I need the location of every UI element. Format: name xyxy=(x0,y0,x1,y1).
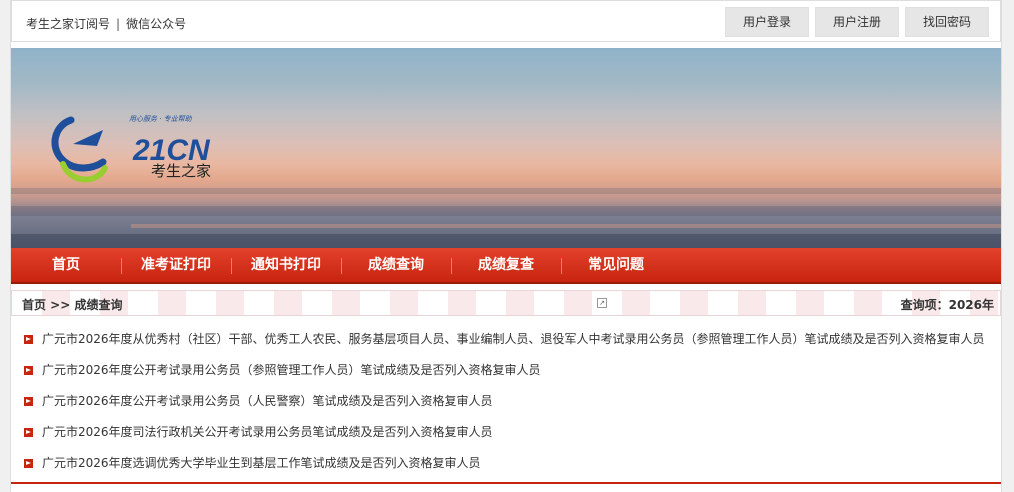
nav-home[interactable]: 首页 xyxy=(11,248,121,282)
list-item-text[interactable]: 广元市2026年度司法行政机关公开考试录用公务员笔试成绩及是否列入资格复审人员 xyxy=(42,425,493,439)
arrow-bullet-icon xyxy=(24,459,33,468)
list-item[interactable]: 广元市2026年度选调优秀大学毕业生到基层工作笔试成绩及是否列入资格复审人员 xyxy=(11,448,1001,479)
top-separator: | xyxy=(116,17,121,31)
list-item-text[interactable]: 广元市2026年度选调优秀大学毕业生到基层工作笔试成绩及是否列入资格复审人员 xyxy=(42,456,481,470)
recover-password-button[interactable]: 找回密码 xyxy=(905,7,989,37)
nav-faq[interactable]: 常见问题 xyxy=(561,248,671,282)
breadcrumb: 首页 >> 成绩查询 ↗ 查询项：2026年 xyxy=(11,290,1001,316)
subscription-link[interactable]: 考生之家订阅号 xyxy=(26,17,110,31)
arrow-bullet-icon xyxy=(24,428,33,437)
external-link-icon: ↗ xyxy=(597,298,607,308)
arrow-bullet-icon xyxy=(24,397,33,406)
nav-score-review[interactable]: 成绩复查 xyxy=(451,248,561,282)
nav-notice-print[interactable]: 通知书打印 xyxy=(231,248,341,282)
page-container: 考生之家订阅号 | 微信公众号 用户登录 用户注册 找回密码 21CN 用心服务 ·… xyxy=(10,0,1002,492)
nav-admission-ticket[interactable]: 准考证打印 xyxy=(121,248,231,282)
login-button[interactable]: 用户登录 xyxy=(725,7,809,37)
main-nav: 首页 准考证打印 通知书打印 成绩查询 成绩复查 常见问题 xyxy=(11,248,1001,284)
bottom-divider xyxy=(11,482,1001,484)
list-item-text[interactable]: 广元市2026年度从优秀村（社区）干部、优秀工人农民、服务基层项目人员、事业编制… xyxy=(42,332,985,346)
logo-tagline: 用心服务 · 专业帮助 xyxy=(129,115,192,123)
arrow-bullet-icon xyxy=(24,366,33,375)
register-button[interactable]: 用户注册 xyxy=(815,7,899,37)
list-item-text[interactable]: 广元市2026年度公开考试录用公务员（参照管理工作人员）笔试成绩及是否列入资格复… xyxy=(42,363,541,377)
result-list: 广元市2026年度从优秀村（社区）干部、优秀工人农民、服务基层项目人员、事业编制… xyxy=(11,324,1001,479)
top-bar: 考生之家订阅号 | 微信公众号 用户登录 用户注册 找回密码 xyxy=(11,0,1001,42)
list-item[interactable]: 广元市2026年度公开考试录用公务员（人民警察）笔试成绩及是否列入资格复审人员 xyxy=(11,386,1001,417)
nav-score-query[interactable]: 成绩查询 xyxy=(341,248,451,282)
wechat-link[interactable]: 微信公众号 xyxy=(126,17,186,31)
logo-name: 考生之家 xyxy=(151,162,212,180)
breadcrumb-path[interactable]: 首页 >> 成绩查询 xyxy=(22,296,122,313)
list-item[interactable]: 广元市2026年度公开考试录用公务员（参照管理工作人员）笔试成绩及是否列入资格复… xyxy=(11,355,1001,386)
top-links: 考生之家订阅号 | 微信公众号 xyxy=(26,15,186,32)
header-banner: 21CN 用心服务 · 专业帮助 考生之家 xyxy=(11,48,1001,248)
query-label: 查询项：2026年 xyxy=(900,298,994,312)
arrow-bullet-icon xyxy=(24,335,33,344)
list-item[interactable]: 广元市2026年度司法行政机关公开考试录用公务员笔试成绩及是否列入资格复审人员 xyxy=(11,417,1001,448)
list-item-text[interactable]: 广元市2026年度公开考试录用公务员（人民警察）笔试成绩及是否列入资格复审人员 xyxy=(42,394,493,408)
list-item[interactable]: 广元市2026年度从优秀村（社区）干部、优秀工人农民、服务基层项目人员、事业编制… xyxy=(11,324,1001,355)
